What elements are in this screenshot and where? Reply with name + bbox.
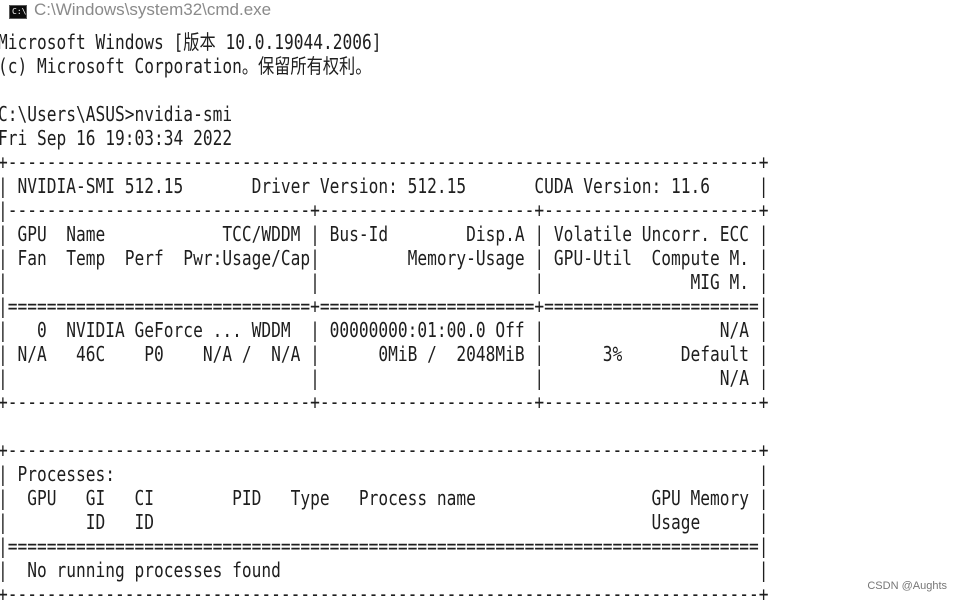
console-area[interactable]: Microsoft Windows [版本 10.0.19044.2006] (… <box>0 30 963 602</box>
console-output: Microsoft Windows [版本 10.0.19044.2006] (… <box>0 30 769 602</box>
cmd-icon: C:\ <box>9 5 27 19</box>
watermark: CSDN @Aughts <box>867 580 947 592</box>
window-title: C:\Windows\system32\cmd.exe <box>34 0 272 19</box>
title-bar[interactable]: C:\ C:\Windows\system32\cmd.exe <box>0 0 963 31</box>
